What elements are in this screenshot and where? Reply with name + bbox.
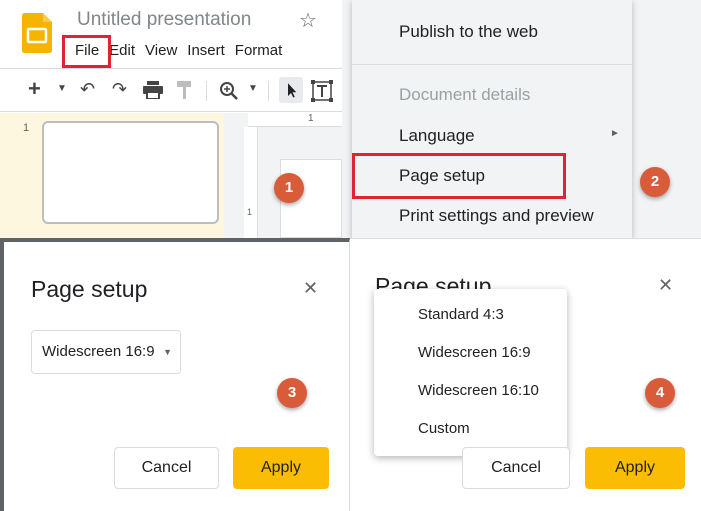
- toolbar-divider: [268, 81, 269, 101]
- menu-item-print-settings[interactable]: Print settings and preview: [399, 206, 594, 226]
- menu-item-document-details: Document details: [399, 85, 531, 104]
- paint-format-icon[interactable]: [177, 81, 193, 99]
- horizontal-ruler[interactable]: 1: [248, 113, 342, 127]
- toolbar: + ▼ ↶ ↷ ▼: [0, 68, 342, 112]
- chevron-down-icon: ▼: [163, 347, 172, 357]
- file-menu: Publish to the web Document details Lang…: [352, 0, 632, 238]
- close-icon[interactable]: ✕: [303, 278, 318, 299]
- menu-insert[interactable]: Insert: [182, 40, 230, 62]
- file-menu-panel: Publish to the web Document details Lang…: [342, 0, 701, 238]
- menu-item-publish[interactable]: Publish to the web: [399, 22, 538, 42]
- close-icon[interactable]: ✕: [658, 275, 673, 296]
- new-slide-layout-caret-icon[interactable]: ▼: [57, 77, 67, 101]
- step-badge-2: 2: [640, 167, 670, 197]
- filmstrip: 1: [0, 113, 224, 238]
- page-setup-highlight: [352, 153, 566, 199]
- submenu-arrow-icon: ►: [610, 128, 620, 139]
- slide-thumbnail[interactable]: [42, 121, 219, 224]
- menu-item-language[interactable]: Language: [399, 126, 475, 146]
- dialog-title: Page setup: [31, 276, 148, 302]
- file-menu-highlight: [62, 35, 111, 68]
- zoom-icon[interactable]: [219, 81, 239, 101]
- cancel-button[interactable]: Cancel: [462, 447, 570, 489]
- new-slide-icon[interactable]: +: [28, 77, 41, 101]
- text-box-icon[interactable]: [311, 80, 333, 102]
- step-badge-1: 1: [274, 173, 304, 203]
- print-icon[interactable]: [143, 81, 163, 99]
- cancel-button[interactable]: Cancel: [114, 447, 219, 489]
- page-setup-dialog-dropdown: Page setup ✕ Standard 4:3 Widescreen 16:…: [350, 238, 701, 511]
- redo-icon[interactable]: ↷: [112, 77, 127, 101]
- zoom-caret-icon[interactable]: ▼: [248, 77, 258, 101]
- apply-button[interactable]: Apply: [233, 447, 329, 489]
- step-badge-4: 4: [645, 378, 675, 408]
- document-title[interactable]: Untitled presentation: [77, 9, 251, 31]
- apply-button[interactable]: Apply: [585, 447, 685, 489]
- menu-divider: [352, 64, 632, 65]
- vertical-ruler[interactable]: 1: [244, 127, 258, 238]
- select-pointer-icon[interactable]: [279, 77, 303, 103]
- option-widescreen-16-10[interactable]: Widescreen 16:10: [418, 382, 539, 399]
- option-standard-4-3[interactable]: Standard 4:3: [418, 306, 504, 323]
- page-size-select[interactable]: Widescreen 16:9 ▼: [31, 330, 181, 374]
- menu-view[interactable]: View: [140, 40, 182, 62]
- star-icon[interactable]: ☆: [299, 8, 317, 33]
- option-custom[interactable]: Custom: [418, 420, 470, 437]
- slides-logo-icon: [22, 13, 52, 53]
- slide-number: 1: [23, 122, 30, 134]
- option-widescreen-16-9[interactable]: Widescreen 16:9: [418, 344, 531, 361]
- step-badge-3: 3: [277, 378, 307, 408]
- menu-format[interactable]: Format: [230, 40, 288, 62]
- ruler-mark: 1: [308, 113, 314, 124]
- page-size-value: Widescreen 16:9: [42, 343, 155, 360]
- undo-icon[interactable]: ↶: [80, 77, 95, 101]
- toolbar-divider: [206, 81, 207, 101]
- page-setup-dialog: Page setup ✕ Widescreen 16:9 ▼ 3 Cancel …: [0, 238, 350, 511]
- ruler-mark: 1: [247, 207, 253, 217]
- page-size-dropdown: Standard 4:3 Widescreen 16:9 Widescreen …: [374, 289, 567, 456]
- slides-editor-panel: Untitled presentation ☆ File Edit View I…: [0, 0, 342, 238]
